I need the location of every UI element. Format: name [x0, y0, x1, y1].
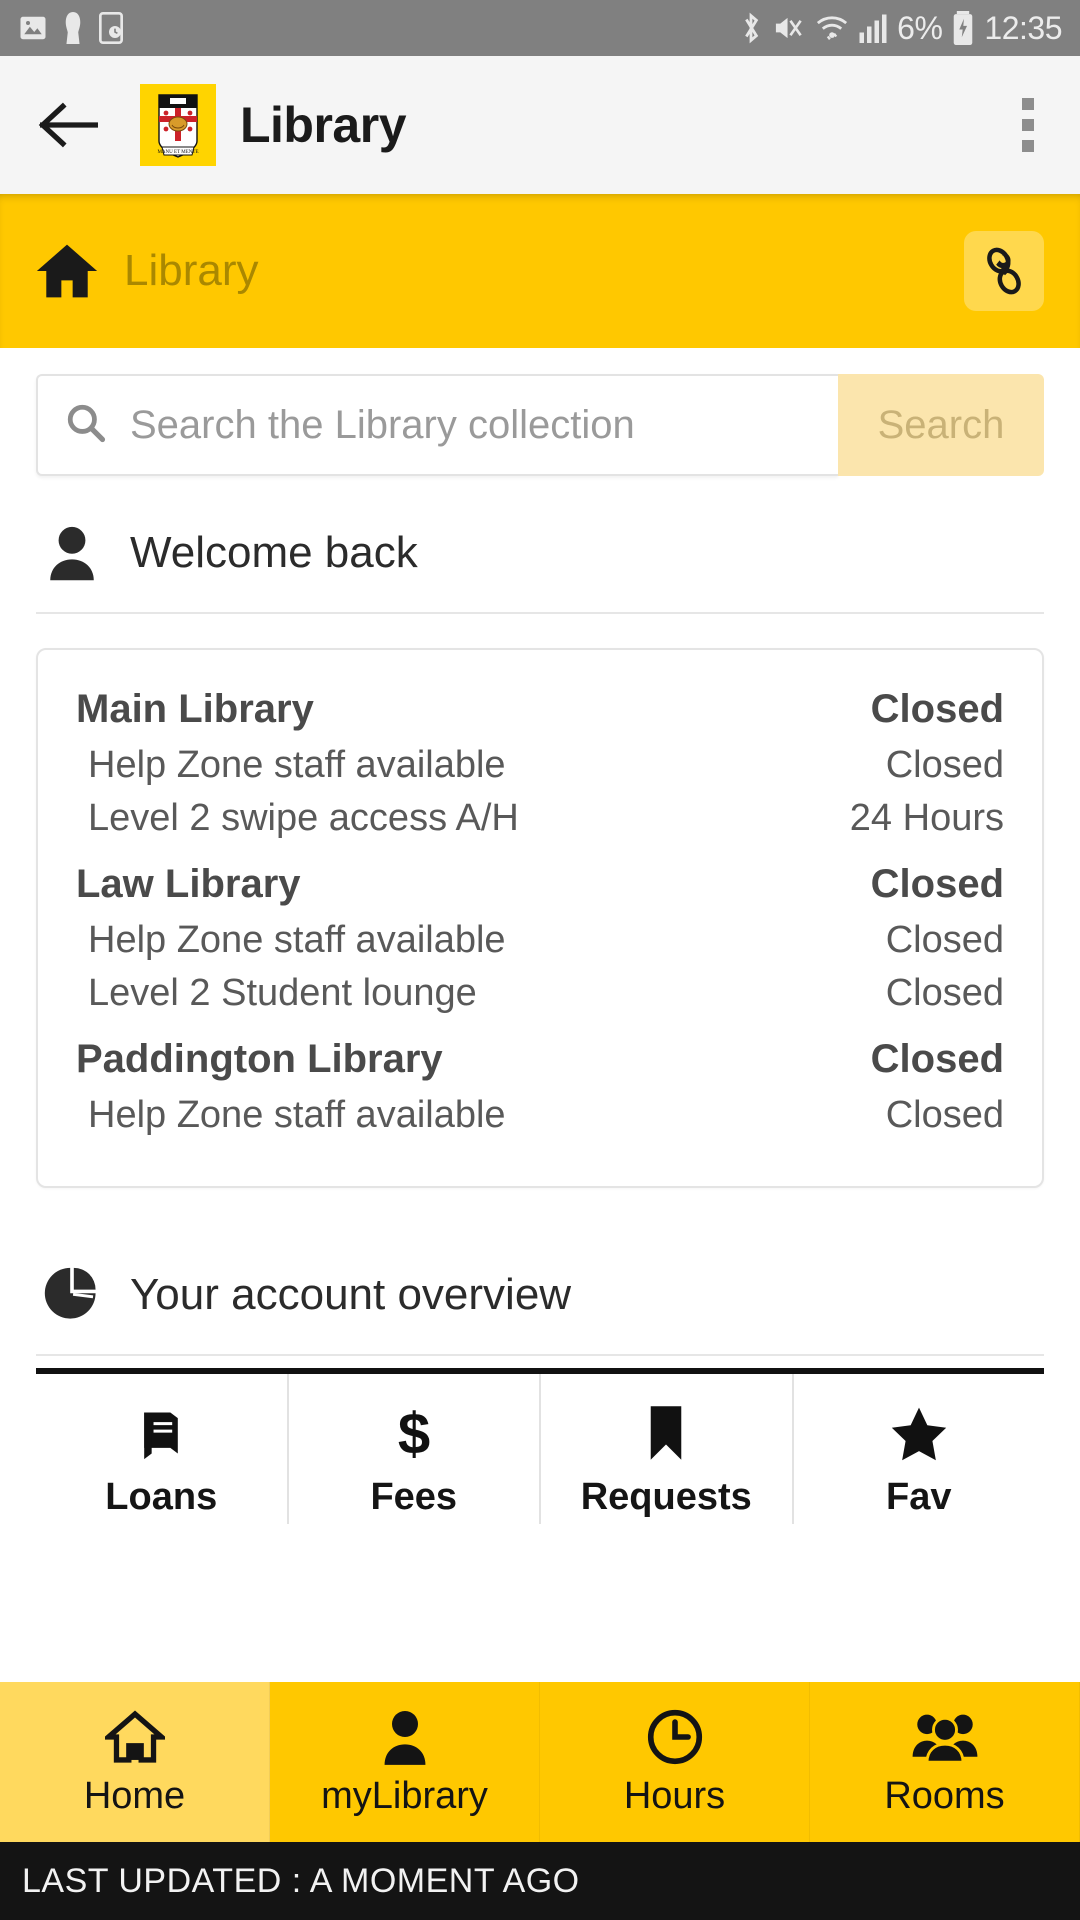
breadcrumb-bar: Library [0, 194, 1080, 348]
book-icon [133, 1402, 189, 1464]
bluetooth-icon [739, 11, 763, 45]
detail-label: Help Zone staff available [88, 1094, 506, 1136]
bookmark-icon [645, 1402, 687, 1464]
last-updated-label: LAST UPDATED : A MOMENT AGO [22, 1861, 580, 1900]
library-name: Main Library [76, 687, 314, 731]
people-icon [912, 1707, 978, 1767]
search-icon [64, 401, 108, 450]
welcome-title: Welcome back [130, 528, 418, 577]
library-status: Closed [870, 687, 1004, 731]
detail-label: Level 2 Student lounge [88, 972, 477, 1014]
library-detail-row: Level 2 swipe access A/H 24 Hours [76, 792, 1004, 845]
library-block: Law Library Closed Help Zone staff avail… [76, 855, 1004, 1020]
library-status: Closed [870, 1037, 1004, 1081]
tile-label: Loans [105, 1476, 218, 1518]
back-button[interactable] [34, 90, 104, 160]
chain-link-icon[interactable] [964, 231, 1044, 311]
clock-label: 12:35 [984, 9, 1062, 46]
mute-vibrate-icon [773, 13, 805, 43]
library-status: Closed [870, 862, 1004, 906]
university-crest-logo: MANU ET MENTE [140, 84, 216, 166]
overflow-dot [1022, 98, 1034, 110]
welcome-section-header: Welcome back [36, 494, 1044, 614]
wifi-icon [815, 13, 849, 43]
last-updated-bar: LAST UPDATED : A MOMENT AGO [0, 1842, 1080, 1920]
svg-text:$: $ [398, 1403, 430, 1463]
overflow-menu-button[interactable] [1022, 98, 1034, 152]
tile-loans[interactable]: Loans [36, 1374, 289, 1524]
nav-item-mylibrary[interactable]: myLibrary [270, 1682, 540, 1842]
tile-label: Fav [886, 1476, 952, 1518]
library-name: Paddington Library [76, 1037, 443, 1081]
star-icon [890, 1402, 948, 1464]
account-tiles: Loans $ Fees Requests Fav [36, 1368, 1044, 1524]
library-header-row: Paddington Library Closed [76, 1030, 1004, 1089]
tile-fav[interactable]: Fav [793, 1374, 1044, 1524]
tile-label: Requests [580, 1476, 752, 1518]
battery-charging-icon [952, 11, 974, 45]
account-overview-title: Your account overview [130, 1270, 572, 1319]
person-icon [36, 524, 108, 582]
home-icon [104, 1707, 165, 1767]
library-header-row: Law Library Closed [76, 855, 1004, 914]
search-placeholder: Search the Library collection [130, 402, 635, 447]
person-icon [379, 1707, 431, 1767]
status-bar-left-icons [18, 12, 124, 44]
detail-label: Level 2 swipe access A/H [88, 797, 519, 839]
library-detail-row: Help Zone staff available Closed [76, 914, 1004, 967]
svg-text:MANU ET MENTE: MANU ET MENTE [157, 150, 198, 155]
library-detail-row: Level 2 Student lounge Closed [76, 967, 1004, 1020]
dollar-icon: $ [392, 1402, 436, 1464]
status-bar: 6% 12:35 [0, 0, 1080, 56]
page-title: Library [240, 97, 407, 153]
library-block: Main Library Closed Help Zone staff avai… [76, 680, 1004, 845]
breadcrumb-label: Library [124, 246, 259, 295]
device-clock-icon [98, 12, 124, 44]
detail-value: Closed [885, 919, 1004, 961]
tile-fees[interactable]: $ Fees [288, 1374, 541, 1524]
library-detail-row: Help Zone staff available Closed [76, 739, 1004, 792]
search-input[interactable]: Search the Library collection [36, 374, 838, 476]
search-button[interactable]: Search [838, 374, 1044, 476]
battery-percent-label: 6% [897, 9, 943, 46]
main-content: Search the Library collection Search Wel… [0, 374, 1080, 1524]
nav-label: myLibrary [321, 1774, 488, 1817]
person-icon [62, 12, 84, 44]
account-overview-header: Your account overview [36, 1236, 1044, 1356]
library-header-row: Main Library Closed [76, 680, 1004, 739]
nav-label: Rooms [884, 1774, 1005, 1817]
nav-item-hours[interactable]: Hours [540, 1682, 810, 1842]
status-bar-right-icons: 6% 12:35 [739, 10, 1062, 47]
nav-label: Home [83, 1774, 186, 1817]
nav-item-home[interactable]: Home [0, 1682, 270, 1842]
detail-value: 24 Hours [849, 797, 1004, 839]
image-icon [18, 13, 48, 43]
tile-requests[interactable]: Requests [541, 1374, 794, 1524]
detail-value: Closed [885, 1094, 1004, 1136]
detail-value: Closed [885, 972, 1004, 1014]
clock-icon [647, 1707, 703, 1767]
bottom-navigation: Home myLibrary Hours Rooms [0, 1682, 1080, 1842]
detail-value: Closed [885, 744, 1004, 786]
overflow-dot [1022, 140, 1034, 152]
nav-item-rooms[interactable]: Rooms [810, 1682, 1080, 1842]
library-block: Paddington Library Closed Help Zone staf… [76, 1030, 1004, 1142]
overflow-dot [1022, 119, 1034, 131]
detail-label: Help Zone staff available [88, 744, 506, 786]
tile-label: Fees [370, 1476, 458, 1518]
pie-chart-icon [36, 1266, 108, 1324]
search-bar: Search the Library collection Search [36, 374, 1044, 476]
signal-icon [859, 13, 887, 43]
detail-label: Help Zone staff available [88, 919, 506, 961]
nav-label: Hours [623, 1774, 726, 1817]
library-detail-row: Help Zone staff available Closed [76, 1089, 1004, 1142]
search-button-label: Search [877, 402, 1005, 447]
library-hours-card: Main Library Closed Help Zone staff avai… [36, 648, 1044, 1188]
app-bar: MANU ET MENTE Library [0, 56, 1080, 194]
home-icon[interactable] [32, 236, 102, 306]
library-name: Law Library [76, 862, 301, 906]
